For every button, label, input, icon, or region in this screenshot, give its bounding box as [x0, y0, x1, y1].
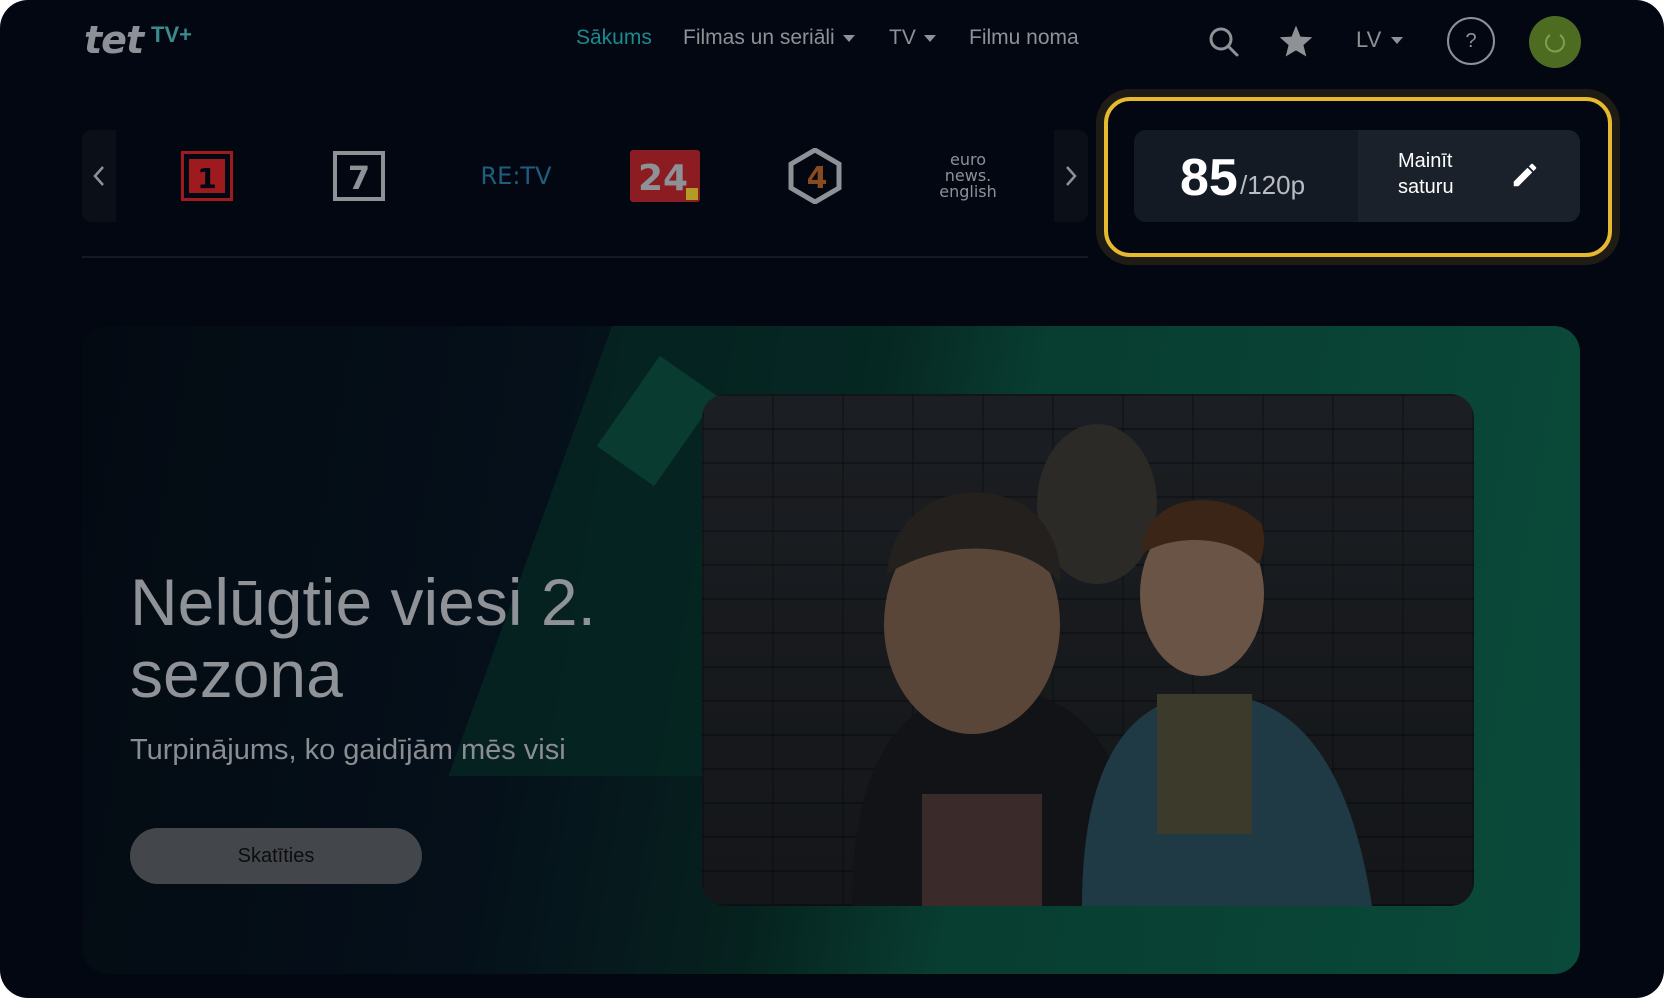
- chevron-down-icon: [923, 34, 936, 42]
- svg-text:RE:TV: RE:TV: [480, 162, 552, 190]
- help-label: ?: [1465, 29, 1477, 52]
- chevron-right-icon: [1066, 166, 1077, 186]
- channel-label: euro news. english: [939, 150, 997, 201]
- user-avatar[interactable]: [1529, 16, 1581, 68]
- nav-item-sakums[interactable]: Sākums: [576, 26, 652, 50]
- nav-label: Sākums: [576, 26, 652, 49]
- nav-item-tv[interactable]: TV: [889, 26, 936, 50]
- watch-button[interactable]: Skatīties: [130, 828, 422, 884]
- tet-logo[interactable]: tet TV+: [84, 18, 192, 62]
- svg-text:4: 4: [807, 161, 828, 196]
- hero-banner: Nelūgtie viesi 2. sezona Turpinājums, ko…: [82, 326, 1580, 974]
- channel-tv4[interactable]: 4: [782, 144, 848, 208]
- hero-title: Nelūgtie viesi 2. sezona: [130, 565, 596, 711]
- language-selector[interactable]: LV: [1356, 27, 1404, 53]
- logo-text: tet: [84, 18, 144, 62]
- svg-text:1: 1: [197, 162, 216, 195]
- svg-text:24: 24: [638, 158, 688, 199]
- points-widget: 85 /120p Mainīt saturu: [1134, 130, 1580, 222]
- chevron-down-icon: [1391, 36, 1404, 44]
- nav-label: Filmas un seriāli: [683, 26, 835, 49]
- pencil-icon[interactable]: [1510, 160, 1540, 195]
- chevron-left-icon: [93, 166, 104, 186]
- language-label: LV: [1356, 27, 1382, 52]
- logo-badge: TV+: [151, 22, 192, 47]
- hero-poster-image[interactable]: [702, 394, 1474, 906]
- nav-label: Filmu noma: [969, 26, 1079, 49]
- search-icon[interactable]: [1208, 26, 1240, 63]
- star-icon[interactable]: [1278, 24, 1314, 63]
- nav-item-filmu-noma[interactable]: Filmu noma: [969, 26, 1079, 50]
- channel-ltv1[interactable]: 1: [174, 144, 240, 208]
- channels-prev-button[interactable]: [82, 130, 116, 222]
- help-button[interactable]: ?: [1447, 17, 1495, 65]
- channel-retv[interactable]: RE:TV: [478, 144, 554, 208]
- channel-tv24[interactable]: 24: [628, 144, 702, 208]
- channel-ltv7[interactable]: 7: [326, 144, 392, 208]
- channel-euronews[interactable]: euro news. english: [928, 144, 1008, 208]
- poster-figures: [852, 424, 1372, 906]
- app-frame: tet TV+ Sākums Filmas un seriāli TV Film…: [0, 0, 1664, 998]
- svg-text:7: 7: [348, 159, 370, 197]
- hero-subtitle: Turpinājums, ko gaidījām mēs visi: [130, 734, 566, 766]
- points-max: /120p: [1240, 170, 1306, 200]
- nav-item-filmas[interactable]: Filmas un seriāli: [683, 26, 855, 50]
- edit-content-label: Mainīt saturu: [1398, 150, 1454, 198]
- points-value: 85: [1180, 149, 1238, 207]
- chevron-down-icon: [842, 34, 855, 42]
- strip-divider: [82, 256, 1088, 258]
- channel-strip: 1 7 RE:TV 24 4 euro news. english: [82, 130, 1088, 222]
- nav-label: TV: [889, 26, 916, 49]
- watch-button-label: Skatīties: [237, 844, 315, 867]
- channels-next-button[interactable]: [1054, 130, 1088, 222]
- power-icon: [1545, 34, 1565, 53]
